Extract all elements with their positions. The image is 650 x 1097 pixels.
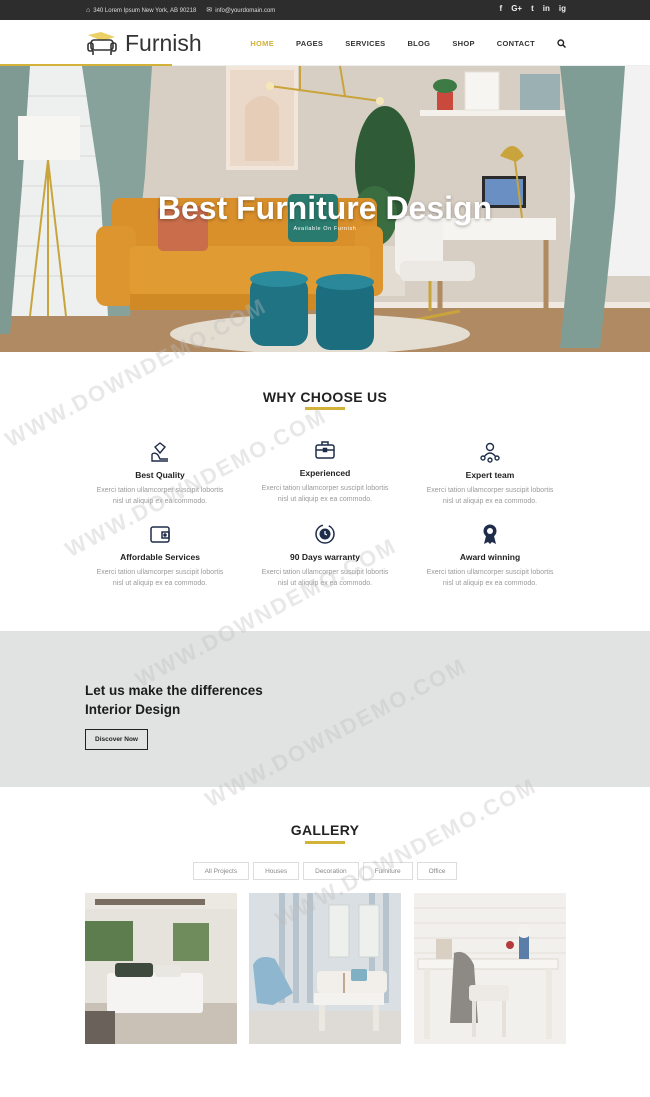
- hero-banner: Best Furniture Design Available On Furni…: [0, 66, 650, 352]
- bedroom-image: [85, 893, 237, 1044]
- email-text[interactable]: info@yourdomain.com: [215, 8, 275, 14]
- diamond-hand-icon: [149, 441, 171, 463]
- feature-description: Exerci tation ullamcorper suscipit lobor…: [80, 486, 240, 507]
- feature-desc-line: nisl ut aliquip ex ea commodo.: [112, 497, 208, 505]
- nav-contact[interactable]: CONTACT: [497, 39, 535, 50]
- brand-name: Furnish: [125, 30, 202, 56]
- feature-description: Exerci tation ullamcorper suscipit lobor…: [410, 568, 570, 589]
- gallery-item-dressing-table[interactable]: [414, 893, 566, 1044]
- hero-title: Best Furniture Design: [157, 190, 493, 226]
- dressing-table-image: [414, 893, 566, 1044]
- feature-name: Experienced: [299, 468, 351, 478]
- gallery-title-underline: [305, 841, 345, 844]
- cta-band: Let us make the differences Interior Desi…: [0, 631, 650, 787]
- nav-shop[interactable]: SHOP: [452, 39, 474, 50]
- feature-desc-line: Exerci tation ullamcorper suscipit lobor…: [261, 569, 389, 576]
- home-icon: ⌂: [86, 6, 91, 14]
- cta-line-1: Let us make the differences: [85, 683, 263, 698]
- warranty-icon: [314, 523, 336, 545]
- top-bar: ⌂ 340 Lorem Ipsum New York, AB 90218 ✉ inf…: [0, 0, 650, 20]
- social-links: f G+ t in ig: [500, 4, 566, 13]
- facebook-icon[interactable]: f: [500, 4, 503, 13]
- nav-services[interactable]: SERVICES: [345, 39, 385, 50]
- feature-experienced: Experienced Exerci tation ullamcorper su…: [245, 439, 405, 505]
- feature-desc-line: nisl ut aliquip ex ea commodo.: [442, 497, 538, 505]
- feature-award-winning: Award winning Exerci tation ullamcorper …: [410, 523, 570, 589]
- feature-desc-line: nisl ut aliquip ex ea commodo.: [277, 495, 373, 503]
- filter-furniture[interactable]: Furniture: [362, 862, 413, 880]
- filter-office[interactable]: Office: [416, 862, 458, 880]
- feature-desc-line: nisl ut aliquip ex ea commodo.: [277, 579, 373, 587]
- instagram-icon[interactable]: ig: [559, 4, 566, 13]
- living-room-gallery-image: [249, 893, 401, 1044]
- email-item[interactable]: ✉ info@yourdomain.com: [206, 6, 275, 14]
- contact-info: ⌂ 340 Lorem Ipsum New York, AB 90218 ✉ inf…: [86, 6, 275, 15]
- gallery-item-living-room[interactable]: [249, 893, 401, 1044]
- logo[interactable]: Furnish: [85, 30, 202, 57]
- briefcase-icon: [314, 439, 336, 461]
- feature-desc-line: Exerci tation ullamcorper suscipit lobor…: [96, 487, 224, 494]
- discover-now-button[interactable]: Discover Now: [85, 729, 148, 750]
- filter-all-projects[interactable]: All Projects: [192, 862, 250, 880]
- gallery-item-bedroom[interactable]: [85, 893, 237, 1044]
- team-icon: [479, 441, 501, 463]
- mail-icon: ✉: [206, 7, 213, 14]
- feature-desc-line: Exerci tation ullamcorper suscipit lobor…: [96, 569, 224, 576]
- feature-description: Exerci tation ullamcorper suscipit lobor…: [245, 568, 405, 589]
- feature-desc-line: nisl ut aliquip ex ea commodo.: [442, 579, 538, 587]
- feature-description: Exerci tation ullamcorper suscipit lobor…: [80, 568, 240, 589]
- feature-desc-line: Exerci tation ullamcorper suscipit lobor…: [426, 487, 554, 494]
- why-choose-us-title: WHY CHOOSE US: [262, 389, 388, 405]
- search-icon[interactable]: [557, 39, 567, 50]
- main-nav: HOME PAGES SERVICES BLOG SHOP CONTACT: [250, 39, 567, 50]
- gallery-filters: All Projects Houses Decoration Furniture…: [0, 862, 650, 880]
- feature-desc-line: Exerci tation ullamcorper suscipit lobor…: [426, 569, 554, 576]
- address-text: 340 Lorem Ipsum New York, AB 90218: [93, 7, 197, 14]
- address-item: ⌂ 340 Lorem Ipsum New York, AB 90218: [86, 7, 196, 14]
- feature-90-days-warranty: 90 Days warranty Exerci tation ullamcorp…: [245, 523, 405, 589]
- feature-name: 90 Days warranty: [290, 552, 360, 562]
- gallery-title: GALLERY: [290, 822, 360, 838]
- feature-best-quality: Best Quality Exerci tation ullamcorper s…: [80, 441, 240, 507]
- feature-affordable-services: Affordable Services Exerci tation ullamc…: [80, 523, 240, 589]
- nav-pages[interactable]: PAGES: [296, 39, 323, 50]
- google-plus-icon[interactable]: G+: [511, 4, 522, 13]
- award-icon: [479, 523, 501, 545]
- twitter-icon[interactable]: t: [531, 4, 534, 13]
- cta-line-2: Interior Design: [85, 702, 181, 717]
- cta-heading: Let us make the differences Interior Desi…: [85, 681, 263, 719]
- feature-desc-line: nisl ut aliquip ex ea commodo.: [112, 579, 208, 587]
- nav-blog[interactable]: BLOG: [407, 39, 430, 50]
- feature-name: Affordable Services: [120, 552, 200, 562]
- nav-home[interactable]: HOME: [250, 39, 274, 50]
- why-title-underline: [305, 407, 345, 410]
- feature-name: Award winning: [459, 552, 521, 562]
- feature-desc-line: Exerci tation ullamcorper suscipit lobor…: [261, 485, 389, 492]
- filter-decoration[interactable]: Decoration: [303, 862, 359, 880]
- feature-description: Exerci tation ullamcorper suscipit lobor…: [410, 486, 570, 507]
- feature-expert-team: Expert team Exerci tation ullamcorper su…: [410, 441, 570, 507]
- hero-subtitle: Available On Furnish: [293, 226, 357, 232]
- main-header: Furnish HOME PAGES SERVICES BLOG SHOP CO…: [0, 20, 650, 66]
- wallet-icon: [149, 523, 171, 545]
- feature-name: Expert team: [465, 470, 515, 480]
- feature-description: Exerci tation ullamcorper suscipit lobor…: [245, 484, 405, 505]
- sofa-logo-icon: [85, 31, 119, 57]
- filter-houses[interactable]: Houses: [253, 862, 300, 880]
- feature-name: Best Quality: [135, 470, 185, 480]
- linkedin-icon[interactable]: in: [543, 4, 550, 13]
